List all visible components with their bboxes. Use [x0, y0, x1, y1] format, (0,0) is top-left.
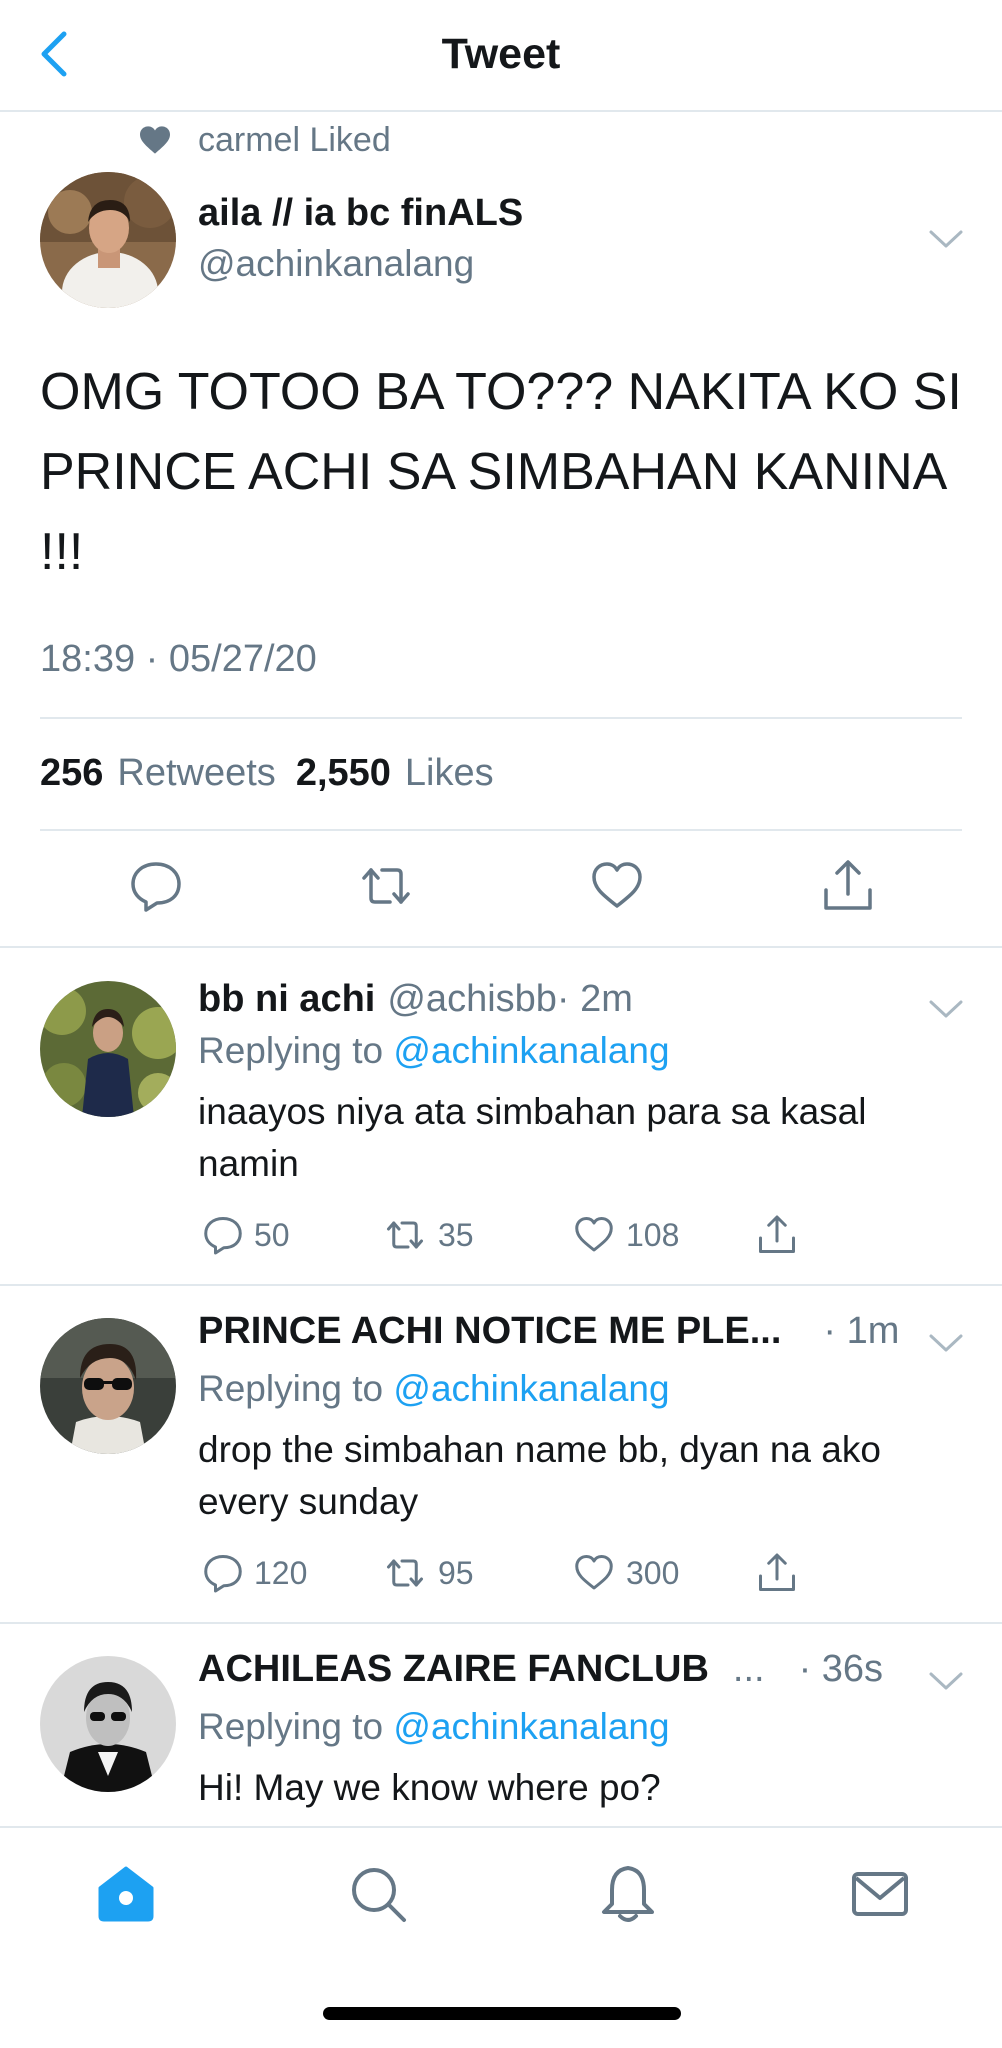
bell-icon[interactable] — [596, 1862, 660, 1926]
mention-link[interactable]: @achinkanalang — [393, 1706, 669, 1747]
like-count: 108 — [626, 1216, 680, 1253]
reply-time: · 2m — [556, 978, 633, 1020]
replying-to-label: Replying to — [198, 1368, 384, 1409]
retweet-button[interactable]: 95 — [382, 1552, 474, 1594]
chevron-down-icon[interactable] — [928, 1670, 964, 1692]
mail-icon[interactable] — [848, 1862, 912, 1926]
reply-time: · 36s — [798, 1648, 884, 1690]
tweet-text: OMG TOTOO BA TO??? NAKITA KO SI PRINCE A… — [40, 363, 962, 581]
replying-to: Replying to @achinkanalang — [198, 1368, 670, 1410]
retweets-label[interactable]: Retweets — [117, 752, 275, 795]
reply-text: inaayos niya ata simbahan para sa kasal … — [198, 1091, 867, 1184]
author-name[interactable]: aila // ia bc finALS — [198, 192, 523, 235]
reply-header: ACHILEAS ZAIRE FANCLUB... · 36s — [198, 1648, 883, 1691]
share-button[interactable] — [756, 1552, 808, 1594]
share-icon — [759, 1553, 795, 1591]
reply-tweet[interactable]: bb ni achi @achisbb· 2m Replying to @achi… — [0, 946, 1002, 1284]
home-icon[interactable] — [94, 1862, 158, 1926]
search-icon[interactable] — [346, 1862, 410, 1926]
tweet-stats: 256 Retweets 2,550 Likes — [40, 752, 500, 795]
like-icon — [575, 1555, 613, 1590]
reply-header: PRINCE ACHI NOTICE ME PLE... · 1m — [198, 1310, 899, 1353]
home-indicator — [323, 2007, 681, 2020]
tweet-actions — [0, 858, 1002, 918]
reply-text: Hi! May we know where po? — [198, 1767, 661, 1808]
header: Tweet — [0, 0, 1002, 112]
reply-header: bb ni achi @achisbb· 2m — [198, 978, 633, 1021]
reply-author-name[interactable]: ACHILEAS ZAIRE FANCLUB — [198, 1648, 709, 1690]
avatar[interactable] — [40, 1656, 176, 1792]
replying-to-label: Replying to — [198, 1030, 384, 1071]
share-icon[interactable] — [820, 858, 876, 914]
avatar[interactable] — [40, 981, 176, 1117]
retweets-count[interactable]: 256 — [40, 752, 103, 795]
like-button[interactable]: 300 — [572, 1552, 679, 1594]
avatar[interactable] — [40, 172, 176, 308]
page-title: Tweet — [441, 30, 561, 78]
reply-button[interactable]: 120 — [202, 1552, 307, 1594]
reply-tweet[interactable]: ACHILEAS ZAIRE FANCLUB... · 36s Replying … — [0, 1622, 1002, 1826]
reply-time: · 1m — [823, 1310, 900, 1352]
share-button[interactable] — [756, 1214, 808, 1256]
mention-link[interactable]: @achinkanalang — [393, 1030, 669, 1071]
reply-author-name[interactable]: bb ni achi — [198, 978, 375, 1020]
like-button[interactable]: 108 — [572, 1214, 679, 1256]
chevron-down-icon[interactable] — [928, 1332, 964, 1354]
likes-label[interactable]: Likes — [405, 752, 494, 795]
retweet-icon — [387, 1559, 423, 1587]
retweet-count: 35 — [438, 1216, 474, 1253]
retweet-button[interactable]: 35 — [382, 1214, 474, 1256]
reply-tweet[interactable]: PRINCE ACHI NOTICE ME PLE... · 1m Replyin… — [0, 1284, 1002, 1622]
retweet-icon[interactable] — [358, 858, 414, 914]
replying-to: Replying to @achinkanalang — [198, 1030, 670, 1072]
reply-count: 120 — [254, 1554, 308, 1591]
replying-to: Replying to @achinkanalang — [198, 1706, 670, 1748]
author-handle[interactable]: @achinkanalang — [198, 243, 474, 285]
reply-button[interactable]: 50 — [202, 1214, 290, 1256]
reply-icon — [204, 1217, 242, 1255]
liked-by-row: carmel Liked — [138, 118, 391, 162]
reply-author-handle[interactable]: ... — [733, 1648, 765, 1690]
divider — [40, 829, 962, 831]
replying-to-label: Replying to — [198, 1706, 384, 1747]
like-icon — [575, 1217, 613, 1252]
reply-text: drop the simbahan name bb, dyan na ako e… — [198, 1429, 881, 1522]
reply-count: 50 — [254, 1216, 290, 1253]
likes-count[interactable]: 2,550 — [296, 752, 391, 795]
divider — [40, 717, 962, 719]
liked-by-text: carmel Liked — [198, 120, 391, 159]
like-icon[interactable] — [589, 858, 645, 914]
like-count: 300 — [626, 1554, 680, 1591]
heart-filled-icon — [140, 126, 170, 154]
retweet-count: 95 — [438, 1554, 474, 1591]
chevron-down-icon[interactable] — [928, 228, 964, 250]
share-icon — [759, 1215, 795, 1253]
avatar[interactable] — [40, 1318, 176, 1454]
reply-author-name[interactable]: PRINCE ACHI NOTICE ME PLE... — [198, 1310, 781, 1352]
reply-icon[interactable] — [128, 858, 184, 914]
mention-link[interactable]: @achinkanalang — [393, 1368, 669, 1409]
reply-author-handle[interactable]: @achisbb — [387, 978, 557, 1020]
tweet-timestamp: 18:39 · 05/27/20 — [40, 638, 317, 680]
reply-icon — [204, 1555, 242, 1593]
chevron-down-icon[interactable] — [928, 998, 964, 1020]
retweet-icon — [387, 1221, 423, 1249]
